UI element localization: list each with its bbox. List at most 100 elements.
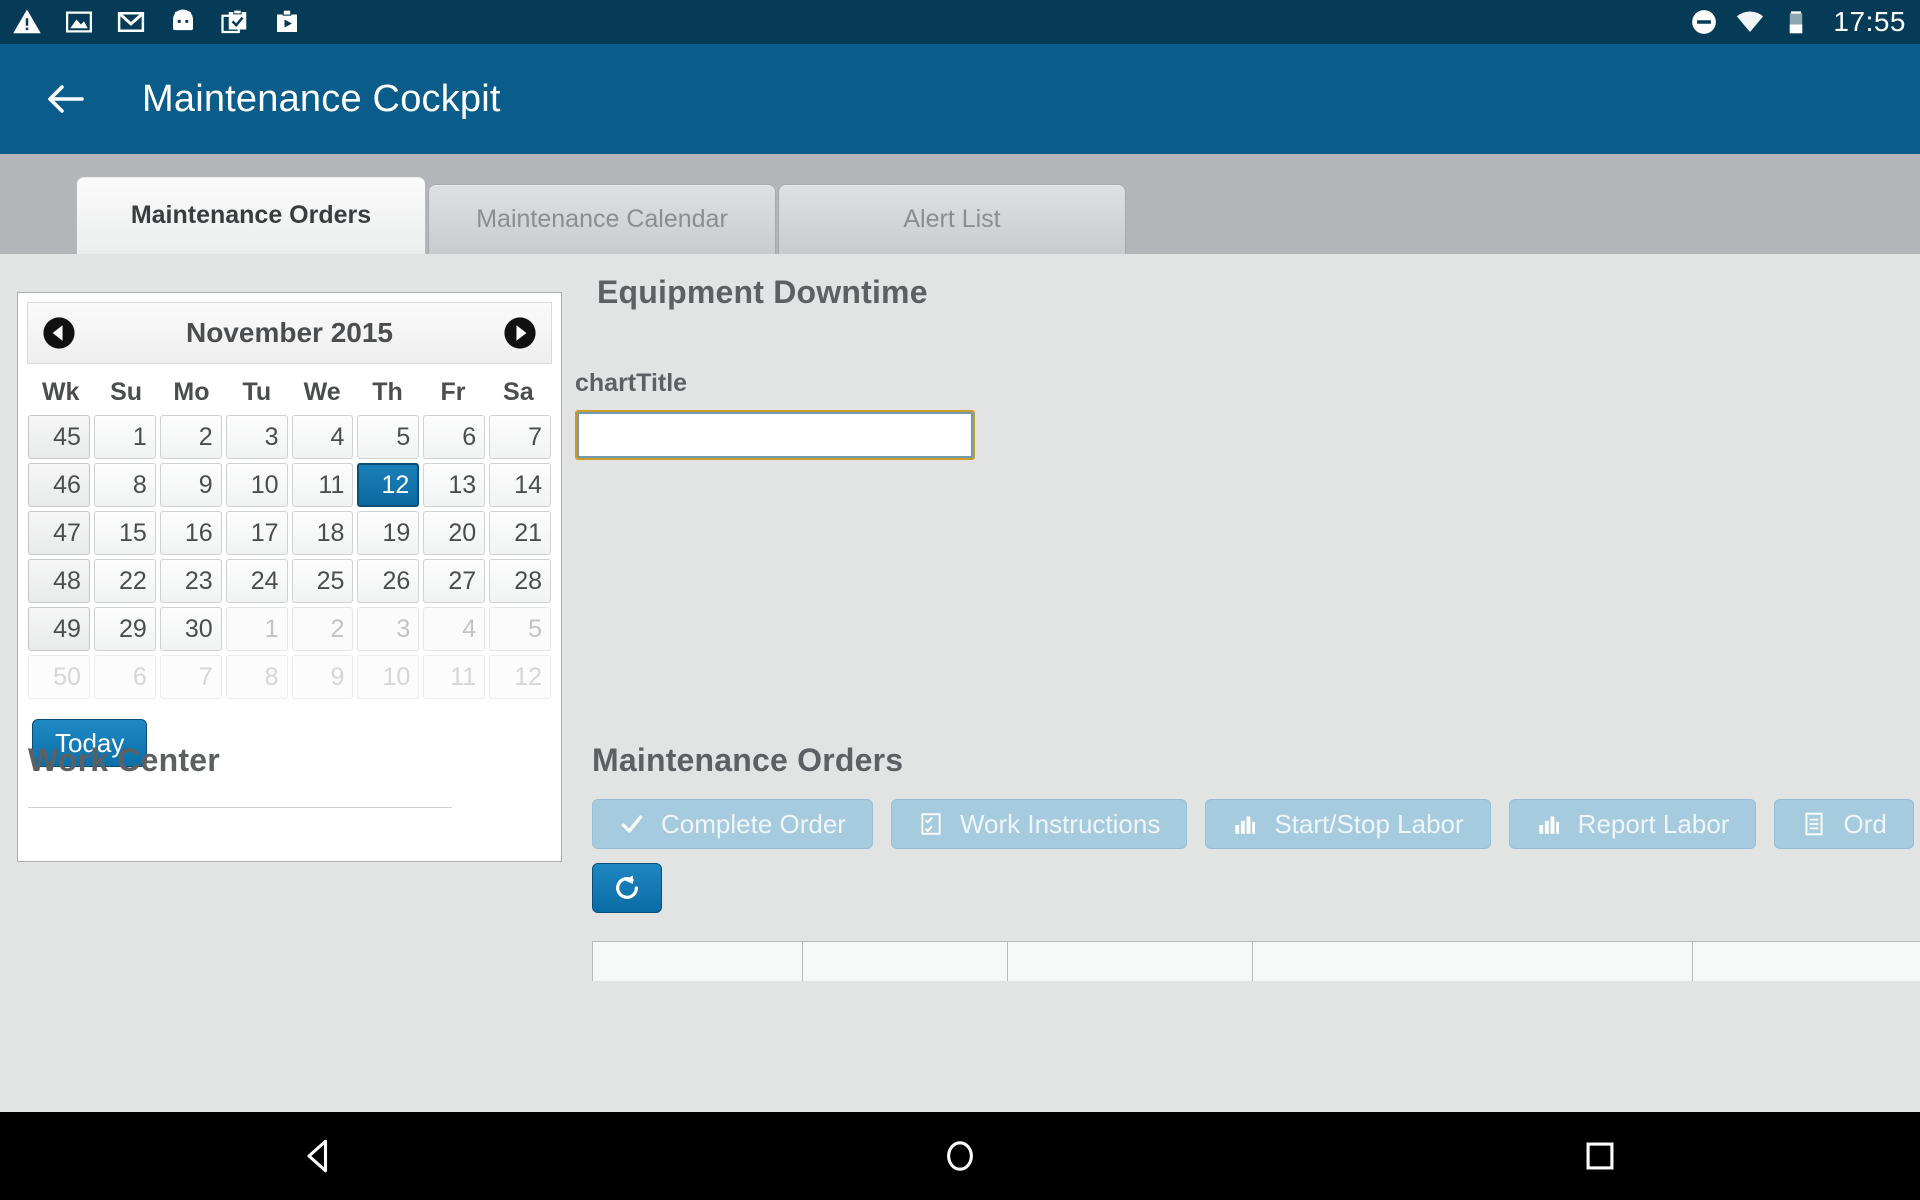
calendar-weekday-header: Wk Su Mo Tu We Th Fr Sa: [28, 378, 551, 415]
calendar-day-grid: 45 1 2 3 4 5 6 7 46 8 9 10 11 12 13 14 47 15 16 17 18 19 20 21 4…: [28, 415, 551, 699]
calendar-day-cell[interactable]: 5: [357, 415, 420, 459]
calendar-day-cell[interactable]: 21: [489, 511, 551, 555]
calendar-day-cell[interactable]: 7: [489, 415, 551, 459]
calendar-day-cell[interactable]: 12: [357, 463, 420, 507]
calendar-week-number: 48: [28, 559, 90, 603]
refresh-button[interactable]: [592, 863, 662, 913]
equipment-downtime-section: Equipment Downtime chartTitle: [575, 274, 975, 460]
bar-chart-icon: [1235, 816, 1256, 834]
calendar-day-cell[interactable]: 17: [225, 511, 288, 555]
status-clock: 17:55: [1833, 6, 1906, 37]
status-system-icons: 17:55: [1689, 6, 1906, 38]
calendar-day-cell[interactable]: 8: [225, 655, 288, 699]
calendar-day-cell[interactable]: 1: [93, 415, 156, 459]
tasks-icon: [221, 9, 247, 34]
calendar-dow-sa: Sa: [503, 378, 534, 406]
calendar-day-cell[interactable]: 29: [93, 607, 156, 651]
android-status-bar: 17:55: [0, 0, 1920, 44]
calendar-dow-fr: Fr: [440, 378, 466, 406]
chevron-right-circle-icon[interactable]: [503, 316, 537, 350]
calendar-day-cell[interactable]: 18: [291, 511, 354, 555]
calendar-week-number: 45: [28, 415, 90, 459]
back-arrow-icon[interactable]: [42, 75, 90, 123]
complete-order-button[interactable]: Complete Order: [592, 799, 873, 849]
chevron-left-circle-icon[interactable]: [42, 316, 76, 350]
calendar-day-cell[interactable]: 3: [225, 415, 288, 459]
nav-home-button[interactable]: [930, 1126, 990, 1186]
calendar-day-cell[interactable]: 1: [225, 607, 288, 651]
calendar-day-cell[interactable]: 2: [291, 607, 354, 651]
calendar-day-cell[interactable]: 8: [93, 463, 156, 507]
calendar-day-cell[interactable]: 22: [93, 559, 156, 603]
calendar-day-cell[interactable]: 10: [225, 463, 288, 507]
calendar-day-cell[interactable]: 16: [159, 511, 222, 555]
report-labor-button[interactable]: Report Labor: [1508, 799, 1757, 849]
app-header-bar: Maintenance Cockpit: [0, 44, 1920, 154]
tab-maintenance-calendar[interactable]: Maintenance Calendar: [428, 184, 776, 254]
calendar-day-cell[interactable]: 7: [159, 655, 222, 699]
start-stop-labor-button[interactable]: Start/Stop Labor: [1205, 799, 1491, 849]
calendar-day-cell[interactable]: 11: [291, 463, 354, 507]
calendar-day-cell[interactable]: 2: [159, 415, 222, 459]
gmail-icon: [117, 12, 145, 32]
calendar-dow-wk: Wk: [41, 378, 80, 406]
do-not-disturb-icon: [1692, 10, 1717, 34]
calendar-dow-mo: Mo: [173, 378, 210, 406]
calendar-day-cell[interactable]: 12: [489, 655, 551, 699]
calendar-day-cell[interactable]: 15: [93, 511, 156, 555]
calendar-day-cell[interactable]: 27: [423, 559, 486, 603]
order-details-button[interactable]: Ord: [1774, 799, 1914, 849]
refresh-icon: [616, 875, 638, 899]
calendar-week-number: 47: [28, 511, 90, 555]
check-icon: [621, 815, 643, 833]
orders-table-column: [803, 942, 1008, 981]
screen-root: 17:55 Maintenance Cockpit Maintenance Or…: [0, 0, 1920, 1200]
calendar-dow-we: We: [303, 378, 341, 406]
calendar-day-cell[interactable]: 4: [423, 607, 486, 651]
nav-back-button[interactable]: [290, 1126, 350, 1186]
report-labor-label: Report Labor: [1577, 808, 1730, 839]
page-title: Maintenance Cockpit: [142, 77, 501, 120]
calendar-day-cell[interactable]: 9: [159, 463, 222, 507]
calendar-day-cell[interactable]: 19: [357, 511, 420, 555]
start-stop-labor-label: Start/Stop Labor: [1274, 808, 1464, 839]
nav-recents-button[interactable]: [1570, 1126, 1630, 1186]
work-center-divider: [28, 807, 452, 808]
tab-bar: Maintenance Orders Maintenance Calendar …: [0, 154, 1920, 254]
work-instructions-button[interactable]: Work Instructions: [890, 799, 1188, 849]
calendar-day-cell[interactable]: 25: [291, 559, 354, 603]
android-nav-bar: [0, 1112, 1920, 1200]
orders-table-column: [1008, 942, 1253, 981]
orders-toolbar: Complete Order Work Instructions Start/S…: [592, 799, 1920, 849]
calendar-week-number: 49: [28, 607, 90, 651]
orders-table-column: [593, 942, 803, 981]
calendar-day-cell[interactable]: 28: [489, 559, 551, 603]
tab-alert-list[interactable]: Alert List: [778, 184, 1126, 254]
battery-icon: [1790, 11, 1803, 34]
calendar-day-cell[interactable]: 5: [489, 607, 551, 651]
calendar-day-cell[interactable]: 20: [423, 511, 486, 555]
calendar-day-cell[interactable]: 14: [489, 463, 551, 507]
work-center-section: Work Center: [28, 742, 458, 808]
calendar-day-cell[interactable]: 6: [93, 655, 156, 699]
calendar-header: November 2015: [27, 302, 552, 364]
calendar-day-cell[interactable]: 6: [423, 415, 486, 459]
calendar-day-cell[interactable]: 3: [357, 607, 420, 651]
tab-maintenance-orders[interactable]: Maintenance Orders: [76, 176, 426, 254]
maintenance-orders-title: Maintenance Orders: [592, 742, 904, 778]
work-center-title: Work Center: [28, 742, 220, 778]
nav-recents-square-icon: [1586, 1142, 1614, 1170]
status-notification-icons: [12, 7, 302, 37]
calendar-day-cell[interactable]: 9: [291, 655, 354, 699]
chart-title-input[interactable]: [575, 410, 975, 460]
calendar-day-cell[interactable]: 10: [357, 655, 420, 699]
calendar-day-cell[interactable]: 24: [225, 559, 288, 603]
calendar-day-cell[interactable]: 11: [423, 655, 486, 699]
order-details-label: Ord: [1843, 808, 1887, 839]
calendar-day-cell[interactable]: 23: [159, 559, 222, 603]
calendar-day-cell[interactable]: 30: [159, 607, 222, 651]
nav-home-circle-icon: [947, 1141, 973, 1171]
calendar-day-cell[interactable]: 4: [291, 415, 354, 459]
calendar-day-cell[interactable]: 13: [423, 463, 486, 507]
calendar-day-cell[interactable]: 26: [357, 559, 420, 603]
